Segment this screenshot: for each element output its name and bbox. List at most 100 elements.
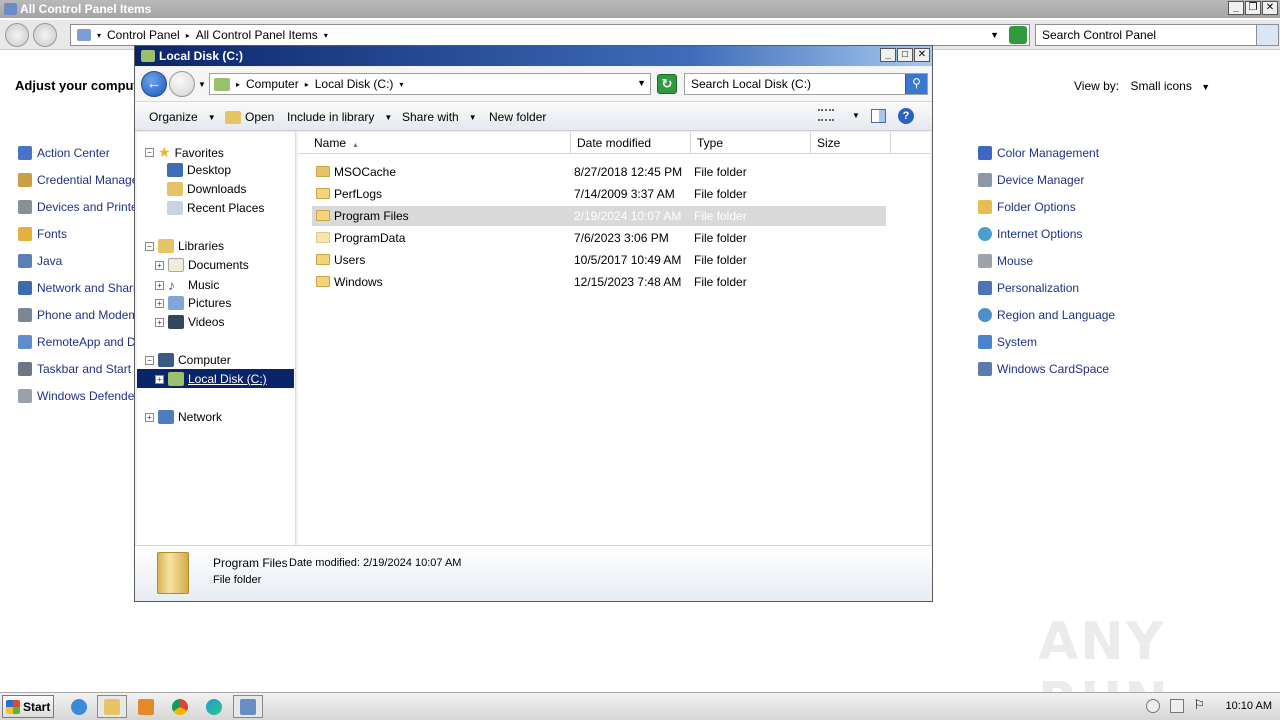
- cp-item-fonts[interactable]: Fonts: [18, 227, 67, 241]
- column-date-modified[interactable]: Date modified: [571, 132, 691, 154]
- search-icon[interactable]: [1256, 25, 1278, 45]
- tree-recent-places[interactable]: Recent Places: [167, 201, 264, 215]
- explorer-titlebar[interactable]: Local Disk (C:) _ □ ✕: [135, 46, 932, 66]
- tree-downloads[interactable]: Downloads: [167, 182, 246, 196]
- refresh-button[interactable]: ↻: [657, 74, 677, 94]
- network-tray-icon[interactable]: [1169, 699, 1184, 713]
- file-row-programdata[interactable]: ProgramData 7/6/2023 3:06 PM File folder: [312, 228, 886, 248]
- taskbar-control-panel[interactable]: [233, 695, 263, 718]
- collapse-icon[interactable]: −: [145, 355, 154, 365]
- tree-desktop[interactable]: Desktop: [167, 163, 231, 177]
- expand-icon[interactable]: +: [155, 298, 164, 308]
- column-name[interactable]: Name ▲: [298, 132, 571, 154]
- tree-favorites[interactable]: − ★ Favorites: [145, 144, 224, 161]
- refresh-icon[interactable]: [1009, 26, 1027, 44]
- expand-icon[interactable]: +: [155, 260, 164, 270]
- cp-item-cardspace[interactable]: Windows CardSpace: [978, 362, 1109, 376]
- minimize-button[interactable]: _: [880, 48, 896, 62]
- start-button[interactable]: Start: [2, 695, 54, 718]
- file-row-perflogs[interactable]: PerfLogs 7/14/2009 3:37 AM File folder: [312, 184, 886, 204]
- cp-item-personalization[interactable]: Personalization: [978, 281, 1079, 295]
- column-label: Name: [314, 136, 347, 150]
- expand-icon[interactable]: +: [155, 280, 164, 290]
- share-with-button[interactable]: Share with ▼: [402, 110, 477, 124]
- cp-item-region-language[interactable]: Region and Language: [978, 308, 1115, 322]
- new-folder-button[interactable]: New folder: [489, 110, 546, 124]
- expand-icon[interactable]: +: [155, 317, 164, 327]
- search-icon[interactable]: ⚲: [905, 74, 927, 94]
- open-button[interactable]: Open: [225, 110, 274, 124]
- clock[interactable]: 10:10 AM: [1226, 700, 1272, 712]
- cp-item-remoteapp[interactable]: RemoteApp and Des: [18, 335, 148, 349]
- preview-pane-button[interactable]: [871, 109, 886, 123]
- collapse-icon[interactable]: −: [145, 148, 154, 157]
- breadcrumb-control-panel[interactable]: Control Panel: [107, 28, 180, 42]
- file-row-program-files[interactable]: Program Files 2/19/2024 10:07 AM File fo…: [312, 206, 886, 226]
- close-button[interactable]: ✕: [914, 48, 930, 62]
- search-input[interactable]: Search Local Disk (C:) ⚲: [684, 73, 928, 95]
- cp-item-system[interactable]: System: [978, 335, 1037, 349]
- taskbar-media-player[interactable]: [131, 695, 161, 718]
- cp-close-button[interactable]: ✕: [1262, 1, 1278, 15]
- cp-item-network-sharing[interactable]: Network and Sharing: [18, 281, 149, 295]
- forward-button[interactable]: [169, 71, 195, 97]
- breadcrumb-computer[interactable]: Computer: [246, 77, 299, 91]
- cp-back-button[interactable]: [5, 23, 29, 47]
- cp-item-device-manager[interactable]: Device Manager: [978, 173, 1084, 187]
- recent-pages-dropdown-icon[interactable]: ▼: [198, 80, 206, 89]
- cp-item-internet-options[interactable]: Internet Options: [978, 227, 1082, 241]
- cp-restore-button[interactable]: ❐: [1245, 1, 1261, 15]
- cp-item-windows-defender[interactable]: Windows Defender: [18, 389, 138, 403]
- tree-label: Desktop: [187, 163, 232, 177]
- cp-item-java[interactable]: Java: [18, 254, 62, 268]
- tree-computer[interactable]: − Computer: [145, 353, 231, 367]
- cp-address-bar[interactable]: ▾ Control Panel ▸ All Control Panel Item…: [70, 24, 1030, 46]
- cp-minimize-button[interactable]: _: [1228, 1, 1244, 15]
- include-in-library-button[interactable]: Include in library ▼: [287, 110, 392, 124]
- cp-item-mouse[interactable]: Mouse: [978, 254, 1033, 268]
- file-row-users[interactable]: Users 10/5/2017 10:49 AM File folder: [312, 250, 886, 270]
- tree-pictures[interactable]: + Pictures: [155, 296, 231, 310]
- tree-libraries[interactable]: − Libraries: [145, 239, 224, 253]
- taskbar-windows-explorer[interactable]: [97, 695, 127, 718]
- expand-icon[interactable]: +: [155, 374, 164, 384]
- speaker-icon[interactable]: [1145, 699, 1160, 713]
- action-center-flag-icon[interactable]: ⚐: [1194, 698, 1208, 713]
- column-size[interactable]: Size: [811, 132, 891, 154]
- breadcrumb-local-disk[interactable]: Local Disk (C:): [315, 77, 394, 91]
- cp-item-taskbar-start[interactable]: Taskbar and Start M: [18, 362, 144, 376]
- tree-network[interactable]: + Network: [145, 410, 222, 424]
- cp-search-input[interactable]: Search Control Panel: [1035, 24, 1279, 46]
- help-button[interactable]: ?: [898, 108, 914, 124]
- expand-icon[interactable]: +: [145, 412, 154, 422]
- address-dropdown-icon[interactable]: ▼: [637, 78, 646, 88]
- address-bar[interactable]: ▸ Computer ▸ Local Disk (C:) ▾ ▼: [209, 73, 651, 95]
- cp-item-color-management[interactable]: Color Management: [978, 146, 1099, 160]
- tree-local-disk[interactable]: + Local Disk (C:): [155, 372, 267, 386]
- tree-music[interactable]: + ♪ Music: [155, 277, 219, 293]
- back-button[interactable]: ←: [141, 71, 167, 97]
- cp-forward-button[interactable]: [33, 23, 57, 47]
- chevron-down-icon[interactable]: ▾: [399, 80, 403, 89]
- taskbar-internet-explorer[interactable]: [64, 695, 94, 718]
- cp-item-phone-modem[interactable]: Phone and Modem: [18, 308, 138, 322]
- view-options-button[interactable]: ▼: [818, 109, 860, 121]
- collapse-icon[interactable]: −: [145, 241, 154, 251]
- maximize-button[interactable]: □: [897, 48, 913, 62]
- cp-item-devices-printers[interactable]: Devices and Printers: [18, 200, 148, 214]
- tree-documents[interactable]: + Documents: [155, 258, 249, 272]
- view-by-dropdown[interactable]: Small icons ▼: [1130, 79, 1210, 93]
- cp-item-credential-manager[interactable]: Credential Manager: [18, 173, 142, 187]
- tree-videos[interactable]: + Videos: [155, 315, 224, 329]
- file-row-msocache[interactable]: MSOCache 8/27/2018 12:45 PM File folder: [312, 162, 886, 182]
- file-row-windows[interactable]: Windows 12/15/2023 7:48 AM File folder: [312, 272, 886, 292]
- column-type[interactable]: Type: [691, 132, 811, 154]
- breadcrumb-all-items[interactable]: All Control Panel Items: [196, 28, 318, 42]
- taskbar-chrome[interactable]: [165, 695, 195, 718]
- taskbar-edge[interactable]: [199, 695, 229, 718]
- cp-item-folder-options[interactable]: Folder Options: [978, 200, 1076, 214]
- address-dropdown-icon[interactable]: ▼: [990, 30, 999, 40]
- share-label: Share with: [402, 110, 459, 124]
- cp-item-action-center[interactable]: Action Center: [18, 146, 110, 160]
- organize-button[interactable]: Organize ▼: [149, 110, 216, 124]
